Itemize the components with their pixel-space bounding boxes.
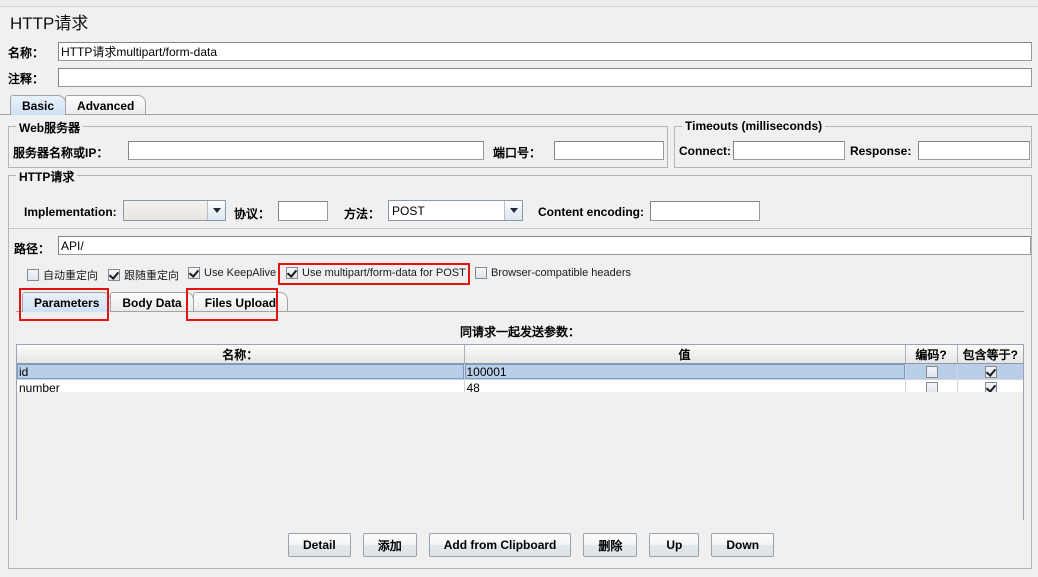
table-header-row: 名称： 值 编码? 包含等于? [17,345,1023,364]
data-tabs: Parameters Body Data Files Upload [22,292,289,312]
divider [9,228,1031,229]
name-input[interactable] [58,42,1032,61]
comment-row: 注释： [8,68,44,88]
implementation-value [124,201,208,220]
implementation-label: Implementation: [24,205,117,219]
tab-parameters[interactable]: Parameters [22,292,112,312]
cell-include-equals[interactable] [957,363,1023,380]
path-label: 路径： [14,242,51,256]
tab-files-upload-label: Files Upload [204,295,277,310]
parameters-table: 名称： 值 编码? 包含等于? id 100001 number 48 [17,345,1023,396]
cell-name[interactable]: id [17,363,465,380]
method-value: POST [389,201,505,220]
server-name-input[interactable] [128,141,484,160]
checkbox-icon[interactable] [188,267,200,279]
add-button[interactable]: 添加 [362,533,417,557]
comment-input[interactable] [58,68,1032,87]
main-tab-underline [0,114,1038,115]
connect-timeout-input[interactable] [733,141,845,160]
tab-basic-label: Basic [22,98,55,113]
option-follow-redirect[interactable]: 跟随重定向 [108,267,179,283]
table-row[interactable]: id 100001 [17,363,1023,380]
http-request-editor: HTTP请求 名称： 注释： Basic Advanced Web服务器 服务器… [0,0,1038,577]
option-auto-redirect[interactable]: 自动重定向 [27,267,98,283]
option-use-keepalive-label: Use KeepAlive [204,267,277,279]
checkbox-icon[interactable] [926,366,938,379]
web-server-group-title: Web服务器 [16,119,84,136]
protocol-input[interactable] [278,201,328,221]
cell-encode[interactable] [905,363,958,380]
port-input[interactable] [554,141,664,160]
timeouts-group-title: Timeouts (milliseconds) [682,119,826,133]
column-header-include-equals[interactable]: 包含等于? [957,345,1023,364]
up-button[interactable]: Up [649,533,700,557]
tab-advanced[interactable]: Advanced [65,95,147,115]
option-follow-redirect-label: 跟随重定向 [124,270,179,282]
response-timeout-input[interactable] [918,141,1030,160]
column-header-value[interactable]: 值 [464,345,906,364]
response-label: Response: [850,144,912,158]
table-empty-area [17,392,1023,520]
window-title-bar [0,0,1038,7]
implementation-combo[interactable] [123,200,226,221]
option-use-multipart-label: Use multipart/form-data for POST [302,267,466,279]
tab-body-data-label: Body Data [122,295,182,310]
option-browser-compatible-headers-label: Browser-compatible headers [491,267,632,279]
http-request-group-title: HTTP请求 [16,168,78,185]
option-auto-redirect-label: 自动重定向 [43,270,98,282]
main-tabs: Basic Advanced [10,95,147,115]
content-encoding-input[interactable] [650,201,760,221]
data-tab-underline [16,311,1024,312]
tab-parameters-label: Parameters [34,295,100,310]
comment-label: 注释： [8,71,45,86]
tab-files-upload[interactable]: Files Upload [192,292,289,312]
method-label: 方法： [344,207,381,221]
add-from-clipboard-button[interactable]: Add from Clipboard [428,533,572,557]
checkbox-icon[interactable] [286,267,298,279]
params-caption: 同请求一起发送参数： [459,325,580,339]
port-label: 端口号： [493,146,542,160]
column-header-name[interactable]: 名称： [17,345,465,364]
page-title: HTTP请求 [10,14,89,33]
server-name-label: 服务器名称或IP： [13,146,109,160]
method-combo[interactable]: POST [388,200,523,221]
connect-label: Connect: [679,144,731,158]
name-label: 名称： [8,45,45,60]
cell-value[interactable]: 100001 [464,363,906,380]
parameters-table-panel: 名称： 值 编码? 包含等于? id 100001 number 48 [16,344,1024,520]
checkbox-icon[interactable] [985,366,998,379]
chevron-down-icon[interactable] [208,201,225,220]
checkbox-icon[interactable] [475,267,487,279]
protocol-label: 协议： [234,207,271,221]
tab-advanced-label: Advanced [77,98,135,113]
column-header-encode[interactable]: 编码? [905,345,958,364]
content-encoding-label: Content encoding: [538,205,644,219]
down-button[interactable]: Down [711,533,775,557]
table-action-buttons: Detail 添加 Add from Clipboard 删除 Up Down [288,533,775,557]
option-use-keepalive[interactable]: Use KeepAlive [188,267,276,279]
tab-basic[interactable]: Basic [10,95,67,115]
option-browser-compatible-headers[interactable]: Browser-compatible headers [475,267,631,279]
tab-body-data[interactable]: Body Data [110,292,194,312]
detail-button[interactable]: Detail [288,533,351,557]
checkbox-icon[interactable] [108,269,120,281]
checkbox-icon[interactable] [27,269,39,281]
chevron-down-icon[interactable] [505,201,522,220]
option-use-multipart[interactable]: Use multipart/form-data for POST [286,267,466,279]
delete-button[interactable]: 删除 [583,533,638,557]
path-input[interactable] [58,236,1031,255]
